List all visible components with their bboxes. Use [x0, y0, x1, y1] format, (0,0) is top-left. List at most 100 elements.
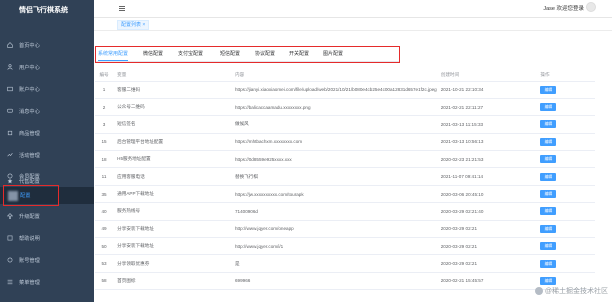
edit-button[interactable]: 编辑	[540, 259, 557, 268]
cell-time: 2021-10-21 22:10:34	[436, 81, 539, 99]
goods-icon	[6, 130, 13, 137]
cell-time: 2021-11-07 09:41:14	[436, 167, 539, 186]
home-icon	[6, 42, 13, 49]
cell-time: 2020-03-29 02:21:40	[436, 202, 539, 221]
sidebar-item-help[interactable]: 帮助说明	[0, 231, 94, 245]
sidebar-item-label: 代售配置	[19, 178, 40, 185]
watermark: @稀土掘金技术社区	[534, 286, 608, 296]
edit-button[interactable]: 编辑	[540, 172, 557, 181]
col-name: 变量	[113, 70, 231, 82]
cell-name: 分享安装下载地址	[113, 237, 231, 256]
sidebar-item-menu[interactable]: 菜单管理	[0, 275, 94, 289]
tags-bar	[94, 19, 612, 31]
edit-button[interactable]: 编辑	[540, 137, 557, 146]
cell-time: 2021-03-13 11:15:33	[436, 115, 539, 134]
sidebar-item-label: 首页中心	[19, 42, 40, 49]
cell-id: 11	[95, 167, 114, 186]
cell-id: 50	[95, 237, 114, 256]
sidebar-item-account[interactable]: 账户中心	[0, 82, 94, 96]
edit-button[interactable]: 编辑	[540, 120, 557, 129]
top-bar	[94, 0, 612, 18]
app-title: 情侣飞行棋系统	[19, 7, 68, 14]
cell-content: 699966	[230, 272, 437, 291]
user-greeting[interactable]: Jase 欢迎您登录	[543, 4, 584, 12]
cell-id: 40	[95, 202, 114, 221]
cell-name: 后台管理平台地址配置	[113, 133, 231, 152]
sidebar-item-accounts[interactable]: 账号管理	[0, 253, 94, 267]
cell-id: 3	[95, 115, 114, 134]
cell-action: 编辑	[538, 185, 595, 204]
cell-content: https://jianyi.xiaoxiaomei.com/file/uplo…	[230, 81, 437, 99]
cell-action: 编辑	[538, 115, 595, 134]
cell-action: 编辑	[538, 167, 595, 186]
config-table: 编号 变量 内容 创建时间 操作 1 客服二维码 https://jianyi.xi…	[95, 70, 595, 291]
cell-content: 替换飞行棋	[230, 167, 437, 186]
sidebar-item-user[interactable]: 用户中心	[0, 60, 94, 74]
cell-time: 2021-02-21 22:11:27	[436, 98, 539, 117]
tag-current[interactable]: 配置列表 ×	[117, 20, 150, 30]
cell-action: 编辑	[538, 98, 595, 117]
edit-button[interactable]: 编辑	[540, 85, 557, 94]
sidebar-item-goods[interactable]: 商品管理	[0, 126, 94, 140]
cell-id: 49	[95, 220, 114, 239]
cell-name: 短信签名	[113, 115, 231, 134]
sidebar-item-home[interactable]: 首页中心	[0, 38, 94, 52]
table-row: 40 服务热线号 71400906d 2020-03-29 02:21:40 编辑	[95, 202, 595, 221]
cell-id: 15	[95, 133, 114, 152]
cell-time: 2020-03-06 20:45:10	[436, 185, 539, 204]
sidebar-item-message[interactable]: 消息中心	[0, 104, 94, 118]
sidebar-item-label: 账户中心	[19, 86, 40, 93]
cell-name: 公众号二维码	[113, 98, 231, 117]
col-time: 创建时间	[436, 70, 539, 82]
cell-action: 编辑	[538, 220, 595, 239]
edit-button[interactable]: 编辑	[540, 155, 557, 164]
highlight-box-tabs	[95, 46, 400, 63]
cell-time: 2020-02-21 15:45:57	[436, 272, 539, 291]
table-row: 2 公众号二维码 https://balicaccaamadu.xxxxxxxx.p…	[95, 98, 595, 117]
message-icon	[6, 108, 13, 115]
hamburger-icon[interactable]	[119, 6, 125, 11]
cell-content: 71400906d	[230, 202, 437, 221]
sidebar-item-activity[interactable]: 活动管理	[0, 148, 94, 162]
col-content: 内容	[230, 70, 437, 82]
edit-button[interactable]: 编辑	[540, 190, 557, 199]
table-row: 49 分享安装下载地址 http://www.jqyer.com/oneapp 202…	[95, 220, 595, 239]
cell-name: 首页图标	[113, 272, 231, 291]
cell-name: 客服二维码	[113, 81, 231, 99]
cell-action: 编辑	[538, 133, 595, 152]
sidebar: 情侣飞行棋系统 首页中心 用户中心 账户中心 消息中心 商品管理 活动管理 会员…	[0, 0, 94, 302]
cell-name: 应用客服电话	[113, 167, 231, 186]
cell-action: 编辑	[538, 150, 595, 169]
watermark-text: @稀土掘金技术社区	[544, 288, 608, 295]
table-row: 3 短信签名 做候风 2021-03-13 11:15:33 编辑	[95, 115, 595, 134]
account-icon	[6, 257, 13, 264]
sidebar-item-label: 账号管理	[19, 257, 40, 264]
cell-name: 分享安装下载地址	[113, 220, 231, 239]
edit-button[interactable]: 编辑	[540, 276, 557, 285]
cell-time: 2020-02-23 21:21:53	[436, 150, 539, 169]
edit-button[interactable]: 编辑	[540, 207, 557, 216]
edit-button[interactable]: 编辑	[540, 242, 557, 251]
cell-action: 编辑	[538, 237, 595, 256]
activity-icon	[6, 152, 13, 159]
cell-time: 2020-03-29 02:21	[436, 220, 539, 239]
sidebar-item-label: 帮助说明	[19, 235, 40, 242]
edit-button[interactable]: 编辑	[540, 224, 557, 233]
table-row: 11 应用客服电话 替换飞行棋 2021-11-07 09:41:14 编辑	[95, 167, 595, 186]
cell-name: 服务热线号	[113, 202, 231, 221]
sidebar-item-label: 消息中心	[19, 108, 40, 115]
avatar[interactable]	[586, 2, 596, 12]
cell-content: http://www.jqyer.com/i/1	[230, 237, 437, 256]
cell-id: 1	[95, 81, 114, 99]
sidebar-item-label: 用户中心	[19, 64, 40, 71]
cell-content: https://0d8559e925xxxx.xxx	[230, 150, 437, 169]
cell-id: 58	[95, 272, 114, 291]
table-row: 53 分享领取优惠券是 2020-03-29 02:21 编辑	[95, 254, 595, 273]
table-row: 1 客服二维码 https://jianyi.xiaoxiaomei.com/fil…	[95, 81, 595, 99]
cell-name: 通用APP下载地址	[113, 185, 231, 204]
cell-content: 是	[230, 254, 437, 273]
cell-content: https://balicaccaamadu.xxxxxxxx.png	[230, 98, 437, 117]
edit-button[interactable]: 编辑	[540, 103, 557, 112]
table-row: 35 通用APP下载地址 https://jw.xxxxxxxxxx.com/tou…	[95, 185, 595, 204]
sidebar-item-upgrade[interactable]: 升级配置	[0, 209, 94, 223]
